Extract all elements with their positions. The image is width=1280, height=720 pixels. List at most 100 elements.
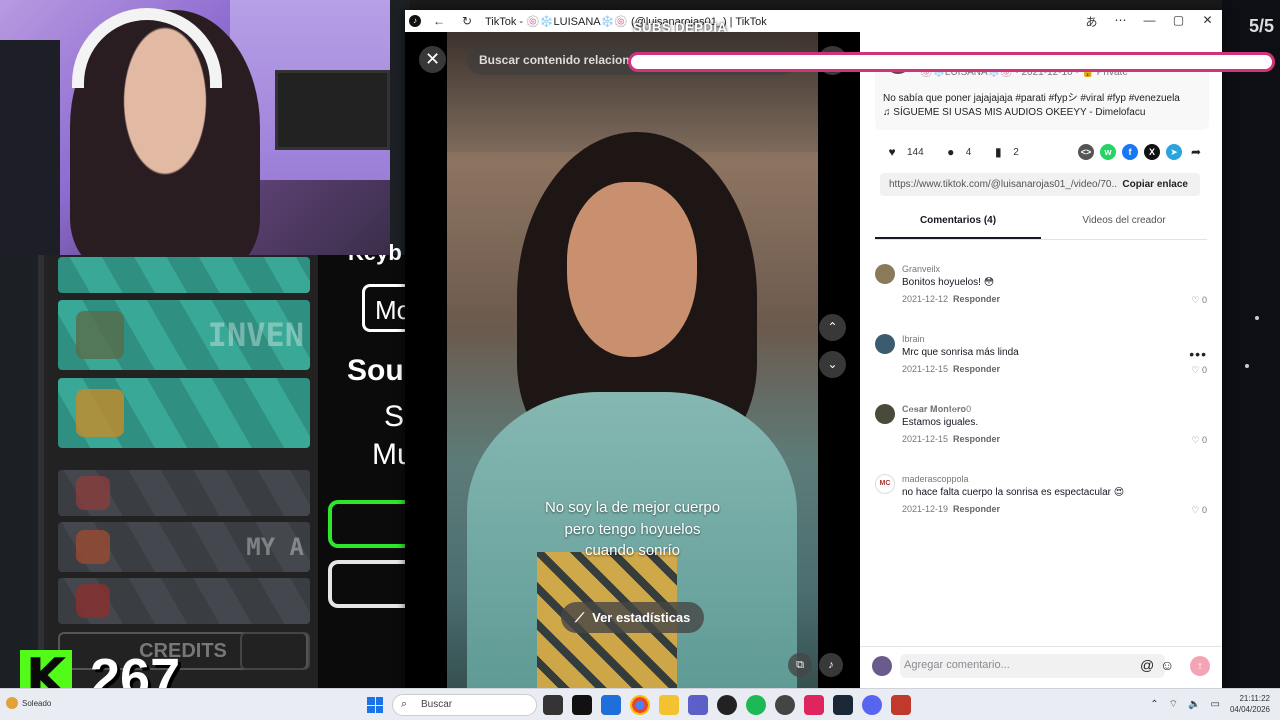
- maximize-icon[interactable]: ▢: [1164, 13, 1193, 30]
- comment-avatar[interactable]: [875, 404, 895, 424]
- task-view-icon[interactable]: [543, 695, 563, 715]
- whatsapp-icon[interactable]: w: [1100, 144, 1116, 160]
- chevron-up-icon[interactable]: ⌃: [1150, 699, 1158, 710]
- webcam-chair: [0, 40, 60, 255]
- more-icon[interactable]: ⋯: [1106, 13, 1135, 30]
- reply-button[interactable]: Responder: [953, 504, 1000, 514]
- details-panel: 🍥❄️LUISANA❄️🍥 · 2021-12-10 · 🔒 Private N…: [860, 32, 1222, 688]
- tab-creator-videos[interactable]: Videos del creador: [1041, 207, 1207, 239]
- weather-widget[interactable]: Soleado: [6, 697, 51, 709]
- reload-icon[interactable]: ↻: [457, 14, 477, 28]
- page-count: 5/5: [1248, 16, 1274, 36]
- megaphone-icon: [76, 476, 110, 510]
- translate-icon[interactable]: あ: [1077, 13, 1106, 30]
- facebook-icon[interactable]: f: [1122, 144, 1138, 160]
- comment-date: 2021-12-15: [902, 364, 949, 374]
- game-green-button: [328, 500, 410, 548]
- spotify-icon[interactable]: [746, 695, 766, 715]
- comment-item: Granveilx Bonitos hoyuelos! 😳 2021-12-12…: [875, 264, 1207, 324]
- post-music[interactable]: ♫ SÍGUEME SI USAS MIS AUDIOS OKEEYY - Di…: [883, 107, 1145, 118]
- reply-button[interactable]: Responder: [953, 294, 1000, 304]
- among-us-icon[interactable]: [891, 695, 911, 715]
- game-tile-announce: [58, 470, 310, 516]
- comment-like-button[interactable]: ♡ 0: [1191, 295, 1207, 306]
- caption-line: pero tengo hoyuelos: [564, 520, 701, 538]
- copy-link-button[interactable]: Copiar enlace: [1122, 179, 1188, 190]
- next-video-button[interactable]: ⌄: [819, 351, 846, 378]
- comment-avatar[interactable]: [875, 334, 895, 354]
- reply-button[interactable]: Responder: [953, 434, 1000, 444]
- battery-icon[interactable]: ▭: [1211, 699, 1220, 710]
- x-icon[interactable]: X: [1144, 144, 1160, 160]
- close-video-button[interactable]: ✕: [419, 46, 446, 73]
- comment-like-button[interactable]: ♡ 0: [1191, 435, 1207, 446]
- inven-label: INVEN: [207, 316, 304, 354]
- close-window-icon[interactable]: ✕: [1193, 13, 1222, 30]
- game-tile-settings: [58, 578, 310, 624]
- post-description: No sabía que poner jajajajaja #parati #f…: [883, 93, 1180, 104]
- comment-avatar[interactable]: MC: [875, 474, 895, 494]
- post-link[interactable]: https://www.tiktok.com/@luisanarojas01_/…: [889, 179, 1117, 190]
- send-button[interactable]: ↑: [1190, 656, 1210, 676]
- chart-icon: ⟋: [575, 609, 585, 625]
- like-button[interactable]: ♥ 144: [885, 145, 923, 159]
- discord-icon[interactable]: [862, 695, 882, 715]
- steam-icon[interactable]: [833, 695, 853, 715]
- sun-icon: [6, 697, 18, 709]
- game-tile-account: MY A: [58, 522, 310, 572]
- back-icon[interactable]: ←: [429, 14, 449, 28]
- clock[interactable]: 21:11:22 04/04/2026: [1230, 693, 1270, 715]
- comment-user[interactable]: 𝐂𝐞𝐬𝐚𝐫 𝐌𝐨𝐧𝐭𝐞𝐫𝐨0: [902, 404, 971, 415]
- tiktok-app-icon[interactable]: [572, 695, 592, 715]
- previous-video-button[interactable]: ⌃: [819, 314, 846, 341]
- media-player-icon[interactable]: [717, 695, 737, 715]
- game-white-button: [328, 560, 410, 608]
- taskbar-search[interactable]: ⌕ Buscar: [392, 694, 537, 716]
- comment-avatar[interactable]: [875, 264, 895, 284]
- speaker-icon[interactable]: 🔈: [1188, 699, 1200, 710]
- save-button[interactable]: ▮ 2: [991, 145, 1019, 159]
- minimize-icon[interactable]: —: [1135, 13, 1164, 30]
- teams-icon[interactable]: [688, 695, 708, 715]
- video-player[interactable]: ✕ Buscar contenido relacionado No soy la…: [405, 32, 860, 688]
- comment-user[interactable]: Granveilx: [902, 264, 940, 274]
- emoji-icon[interactable]: ☺: [1160, 657, 1174, 673]
- game-tile-1: [58, 257, 310, 293]
- obs-icon[interactable]: [775, 695, 795, 715]
- reply-button[interactable]: Responder: [953, 364, 1000, 374]
- chrome-icon[interactable]: [630, 695, 650, 715]
- tab-comments[interactable]: Comentarios (4): [875, 207, 1041, 239]
- bookmark-icon: ▮: [994, 145, 1002, 159]
- comment-input[interactable]: Agregar comentario...: [900, 654, 1165, 678]
- view-stats-label: Ver estadísticas: [592, 610, 691, 625]
- network-icon[interactable]: ⌔: [1169, 698, 1178, 711]
- start-button[interactable]: [367, 697, 383, 713]
- taskbar-apps: [543, 695, 911, 715]
- embed-icon[interactable]: <>: [1078, 144, 1094, 160]
- background-dot: [1245, 364, 1249, 368]
- comment-item: Ibrain Mrc que sonrisa más linda 2021-12…: [875, 334, 1207, 394]
- taskbar: Soleado ⌕ Buscar ⌃ ⌔ 🔈 ▭ 21:11:22 04/04/…: [0, 688, 1280, 720]
- view-stats-button[interactable]: ⟋ Ver estadísticas: [561, 602, 705, 633]
- share-arrow-icon[interactable]: ➦: [1188, 144, 1204, 160]
- background-dot: [1255, 316, 1259, 320]
- comment-like-button[interactable]: ♡ 0: [1191, 505, 1207, 516]
- more-options-icon[interactable]: •••: [1189, 346, 1207, 362]
- file-explorer-icon[interactable]: [659, 695, 679, 715]
- comment-like-button[interactable]: ♡ 0: [1191, 365, 1207, 376]
- mention-icon[interactable]: @: [1140, 657, 1154, 673]
- video-face: [567, 182, 697, 357]
- picture-in-picture-icon[interactable]: ⧉: [788, 653, 812, 677]
- comment-user[interactable]: Ibrain: [902, 334, 925, 344]
- clock-time: 21:11:22: [1239, 694, 1270, 703]
- link-box: https://www.tiktok.com/@luisanarojas01_/…: [880, 173, 1200, 196]
- comment-user[interactable]: maderascoppola: [902, 474, 969, 484]
- telegram-icon[interactable]: ➤: [1166, 144, 1182, 160]
- taskbar-search-label: Buscar: [421, 699, 453, 710]
- wallet-icon: [76, 530, 110, 564]
- volume-icon[interactable]: ♪: [819, 653, 843, 677]
- store-icon[interactable]: [601, 695, 621, 715]
- comment-button[interactable]: ● 4: [944, 145, 971, 159]
- comment-item: 𝐂𝐞𝐬𝐚𝐫 𝐌𝐨𝐧𝐭𝐞𝐫𝐨0 Estamos iguales. 2021-12-…: [875, 404, 1207, 464]
- tiktok-live-icon[interactable]: [804, 695, 824, 715]
